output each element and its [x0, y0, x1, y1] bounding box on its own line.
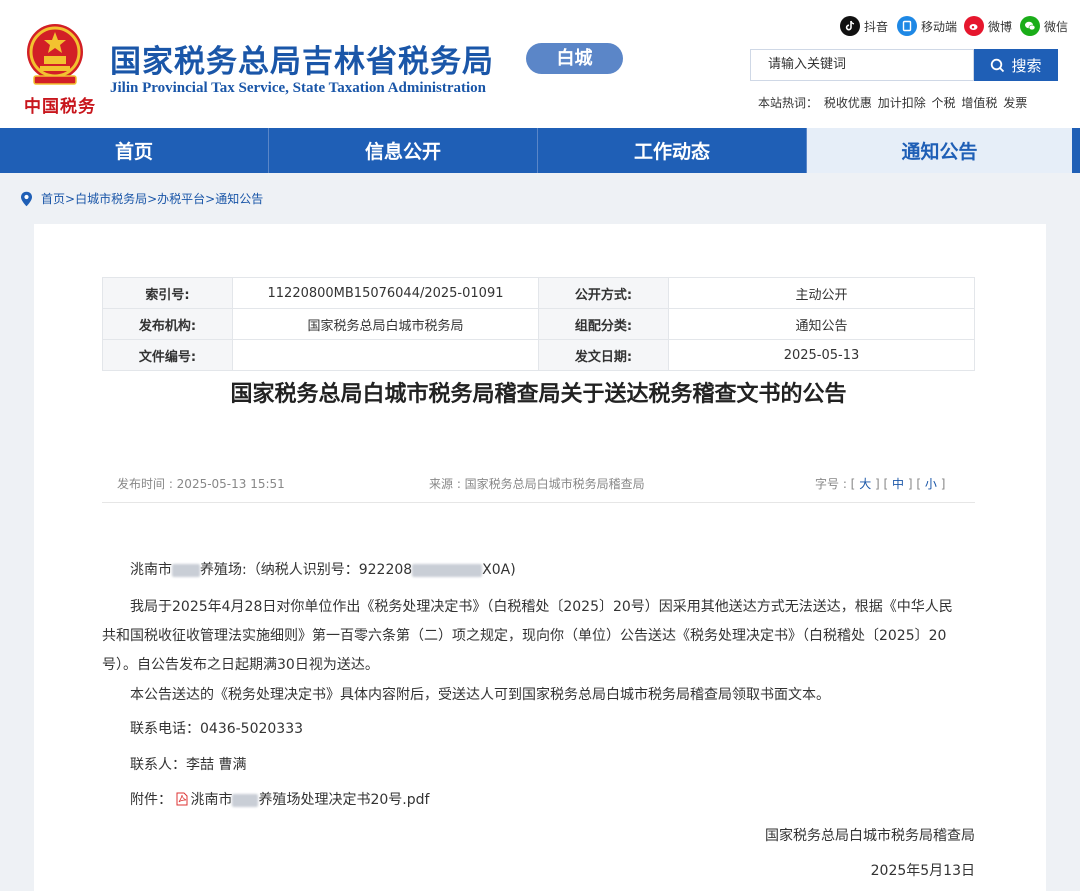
- pdf-icon: [176, 792, 188, 806]
- redacted-text: [232, 793, 259, 807]
- breadcrumb-home[interactable]: 首页: [41, 190, 65, 207]
- breadcrumb: 首页 > 白城市税务局 > 办税平台 > 通知公告: [20, 190, 263, 207]
- open-method-value: 主动公开: [668, 277, 975, 309]
- hot-word-link[interactable]: 发票: [1003, 96, 1027, 110]
- hot-word-link[interactable]: 税收优惠: [824, 96, 872, 110]
- contact-person: 联系人：李喆 曹满: [130, 757, 247, 773]
- font-size-switcher: 字号 : [ 大 ] [ 中 ] [ 小 ]: [815, 477, 946, 491]
- city-badge[interactable]: 白城: [526, 43, 623, 74]
- breadcrumb-platform[interactable]: 办税平台: [157, 190, 205, 207]
- breadcrumb-notices[interactable]: 通知公告: [215, 190, 263, 207]
- hot-words: 本站热词： 税收优惠 加计扣除 个税 增值税 发票: [758, 96, 1028, 110]
- hot-word-link[interactable]: 个税: [932, 96, 956, 110]
- attachment-line: 附件： 洮南市 养殖场处理决定书20号.pdf: [130, 792, 430, 808]
- nav-info-disclosure[interactable]: 信息公开: [269, 128, 538, 173]
- hot-word-link[interactable]: 增值税: [961, 96, 997, 110]
- index-label: 索引号:: [102, 277, 233, 309]
- font-large-button[interactable]: 大: [859, 477, 871, 491]
- china-tax-logo-text: 中国税务: [24, 97, 96, 117]
- wechat-icon: [1020, 16, 1040, 36]
- national-emblem-icon: [27, 24, 83, 85]
- breadcrumb-city[interactable]: 白城市税务局: [75, 190, 147, 207]
- redacted-text: [412, 563, 483, 577]
- hot-word-link[interactable]: 加计扣除: [878, 96, 926, 110]
- search-button[interactable]: 搜索: [974, 49, 1058, 81]
- search-input[interactable]: 请输入关键词: [750, 49, 974, 81]
- signer: 国家税务总局白城市税务局稽查局: [765, 828, 975, 844]
- taxpayer-line: 洮南市 养殖场:（纳税人识别号：922208 X0A): [130, 562, 516, 578]
- document-meta-table: 索引号: 11220800MB15076044/2025-01091 公开方式:…: [102, 277, 975, 371]
- social-mobile[interactable]: 移动端: [897, 15, 957, 37]
- site-subtitle: Jilin Provincial Tax Service, State Taxa…: [110, 80, 487, 96]
- font-small-button[interactable]: 小: [925, 477, 937, 491]
- index-value: 11220800MB15076044/2025-01091: [232, 277, 539, 309]
- social-wechat[interactable]: 微信: [1020, 15, 1068, 37]
- issuer-value: 国家税务总局白城市税务局: [232, 308, 539, 340]
- notice-paragraph: 我局于2025年4月28日对你单位作出《税务处理决定书》（白税稽处〔2025〕2…: [102, 599, 953, 673]
- attachment-link[interactable]: 洮南市 养殖场处理决定书20号.pdf: [176, 792, 429, 808]
- issue-date-label: 发文日期:: [538, 339, 669, 371]
- font-medium-button[interactable]: 中: [892, 477, 904, 491]
- delivery-paragraph: 本公告送达的《税务处理决定书》具体内容附后，受送达人可到国家税务总局白城市税务局…: [130, 687, 830, 703]
- mobile-icon: [897, 16, 917, 36]
- issue-date-value: 2025-05-13: [668, 339, 975, 371]
- douyin-icon: [840, 16, 860, 36]
- publish-time: 发布时间 : 2025-05-13 15:51: [117, 477, 285, 491]
- sign-date: 2025年5月13日: [870, 863, 975, 879]
- issuer-label: 发布机构:: [102, 308, 233, 340]
- redacted-text: [172, 563, 200, 577]
- article-title: 国家税务总局白城市税务局稽查局关于送达税务稽查文书的公告: [230, 382, 847, 407]
- main-nav: 首页 信息公开 工作动态 通知公告: [0, 128, 1080, 173]
- nav-home[interactable]: 首页: [0, 128, 269, 173]
- category-label: 组配分类:: [538, 308, 669, 340]
- contact-phone: 联系电话：0436-5020333: [130, 721, 304, 737]
- divider: [102, 502, 975, 503]
- weibo-icon: [964, 16, 984, 36]
- doc-number-value: [232, 339, 539, 371]
- article-source: 来源 : 国家税务总局白城市税务局稽查局: [429, 477, 645, 491]
- social-weibo[interactable]: 微博: [964, 15, 1012, 37]
- nav-notices[interactable]: 通知公告: [807, 128, 1076, 173]
- doc-number-label: 文件编号:: [102, 339, 233, 371]
- nav-work-news[interactable]: 工作动态: [538, 128, 807, 173]
- open-method-label: 公开方式:: [538, 277, 669, 309]
- site-header: 中国税务 国家税务总局吉林省税务局 Jilin Provincial Tax S…: [0, 0, 1080, 128]
- search-icon: [991, 58, 1005, 72]
- location-pin-icon: [21, 191, 32, 206]
- social-douyin[interactable]: 抖音: [840, 15, 888, 37]
- category-value: 通知公告: [668, 308, 975, 340]
- site-title[interactable]: 国家税务总局吉林省税务局: [110, 36, 494, 81]
